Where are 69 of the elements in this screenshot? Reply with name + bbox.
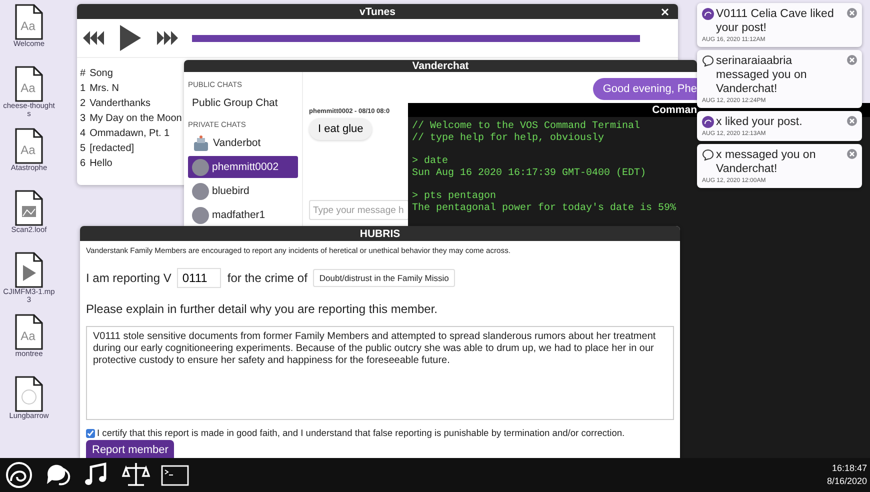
close-icon[interactable]	[660, 7, 670, 17]
robot-icon	[192, 134, 210, 152]
prompt-text: Please explain in further detail why you are reporting this member.	[86, 302, 439, 316]
speech-bubble-icon	[702, 55, 714, 67]
certify-label: I certify that this report is made in good faith, and I understand that false reporting is punishable by termination and/or correction.	[97, 428, 625, 438]
terminal-line: // Welcome to the VOS Command Terminal	[412, 121, 640, 132]
terminal-line: > date	[412, 156, 448, 168]
avatar	[192, 158, 209, 176]
crime-dropdown[interactable]: Doubt/distrust in the Family Missio	[313, 269, 455, 287]
file-icon[interactable]	[14, 376, 44, 412]
report-member-button[interactable]: Report member	[86, 440, 174, 458]
track-number: 1	[80, 82, 87, 96]
play-icon[interactable]	[119, 25, 142, 51]
window-title: vTunes	[360, 6, 396, 18]
clock-time: 16:18:47	[830, 462, 867, 475]
message-input[interactable]: Type your message h	[309, 200, 409, 220]
clock-date: 8/16/2020	[826, 475, 867, 488]
member-id-field[interactable]: 0111	[177, 268, 222, 288]
field-label: I am reporting V	[86, 271, 172, 285]
avatar	[192, 182, 209, 200]
message-bubble: Good evening, Phe	[592, 78, 697, 100]
file-icon[interactable]: Aa	[14, 4, 44, 40]
column-header[interactable]: #	[80, 66, 90, 81]
song-title[interactable]: Mrs. N	[90, 81, 124, 96]
avatar	[192, 206, 209, 224]
file-icon[interactable]: Aa	[14, 128, 44, 164]
logo-icon	[702, 8, 714, 20]
track-number: 5	[80, 142, 87, 156]
notification-text: x liked your post.	[716, 115, 802, 129]
track-number: 4	[80, 127, 87, 141]
track-number: 3	[80, 112, 87, 126]
certify-checkbox[interactable]	[86, 428, 95, 438]
track-number: 2	[80, 96, 90, 111]
rewind-icon[interactable]	[83, 30, 105, 46]
song-title[interactable]: My Day on the Moon	[90, 111, 186, 126]
song-title[interactable]: Hello	[90, 156, 116, 171]
terminal-line: The pentagonal power for today's date is 59%	[412, 203, 676, 215]
notification-text: serinaraiaabria messaged you on Vanderchat!	[716, 54, 808, 96]
fast-forward-icon[interactable]	[156, 30, 178, 46]
chat-item[interactable]: Public Group Chat	[188, 92, 298, 114]
column-header[interactable]: Song	[90, 66, 117, 81]
terminal-line: > pts pentagon	[412, 191, 496, 202]
terminal-line: Sun Aug 16 2020 16:17:39 GMT-0400 (EDT)	[412, 168, 646, 180]
chat-item[interactable]: bluebird	[188, 180, 298, 202]
file-icon[interactable]	[14, 190, 44, 226]
field-label: for the crime of	[227, 271, 308, 285]
scales-icon[interactable]	[122, 461, 150, 489]
window-title: Vanderchat	[412, 60, 469, 72]
notification-text: x messaged you on Vanderchat!	[716, 148, 817, 176]
file-icon[interactable]	[14, 252, 44, 288]
notification-text: V0111 Celia Cave liked your post!	[716, 7, 835, 35]
message-bubble: I eat glue	[309, 118, 372, 140]
terminal-line: // type help for help, obviously	[412, 133, 604, 145]
song-title[interactable]: [redacted]	[90, 141, 138, 156]
song-title[interactable]: Ommadawn, Pt. 1	[90, 126, 174, 141]
track-number: 6	[80, 157, 87, 171]
speech-bubble-icon	[702, 149, 714, 161]
chat-item[interactable]: phemmitt0002	[188, 156, 298, 178]
window-title: HUBRIS	[360, 228, 400, 240]
swirl-logo-icon[interactable]	[5, 461, 33, 489]
progress-bar[interactable]	[192, 34, 640, 42]
chat-item[interactable]: madfather1	[188, 204, 298, 226]
chat-item[interactable]: Vanderbot	[188, 132, 298, 154]
file-icon[interactable]: Aa	[14, 314, 44, 350]
logo-icon	[702, 116, 714, 128]
song-title[interactable]: Vanderthanks	[90, 96, 155, 111]
file-icon[interactable]: Aa	[14, 66, 44, 102]
window-title: Comman	[652, 104, 697, 116]
report-textarea[interactable]: V0111 stole sensitive documents from former Family Members and attempted to spread slanderous rumors about her treatment during our early cognitioneering experiments. Because of the public outcry she was able to drum up, we had to place her in our protective custody to ensure her safety and happiness for the foreseeable future.	[86, 326, 674, 420]
